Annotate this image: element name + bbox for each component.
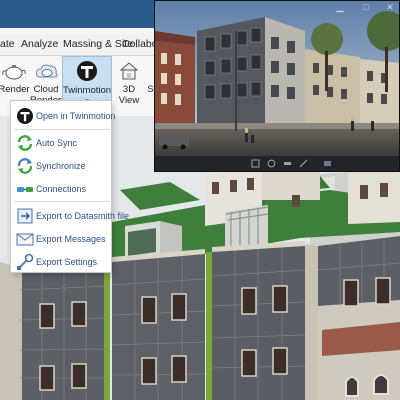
menu-separator xyxy=(14,201,110,202)
twinmotion-render-image xyxy=(155,1,399,156)
export-settings-icon xyxy=(17,253,34,270)
maximize-icon[interactable]: □ xyxy=(361,2,371,12)
menu-item-connections[interactable]: Connections xyxy=(11,178,111,200)
menu-separator xyxy=(14,129,110,130)
3d-view-label: 3D View xyxy=(118,84,140,106)
twinmotion-toolbar xyxy=(155,156,399,171)
cloud-teapot-icon xyxy=(36,64,58,78)
menu-item-auto-sync[interactable]: Auto Sync xyxy=(11,132,111,154)
menu-item-export-settings[interactable]: Export Settings xyxy=(11,251,111,273)
synchronize-icon xyxy=(17,158,33,174)
title-bar xyxy=(0,0,160,28)
render-button[interactable]: Render xyxy=(0,58,34,95)
export-messages-icon xyxy=(16,233,34,246)
twinmotion-render-window[interactable]: ▁ □ ✕ xyxy=(154,0,400,172)
revit-ribbon: ate Analyze Massing & Site Collaborate R… xyxy=(0,0,176,116)
house-3d-icon xyxy=(119,62,139,80)
library-icon[interactable] xyxy=(267,159,276,168)
datasmith-export-icon xyxy=(17,208,33,224)
menu-item-export-to-datasmith-file[interactable]: Export to Datasmith file xyxy=(11,205,129,227)
settings-icon[interactable] xyxy=(283,159,292,168)
render-label: Render xyxy=(0,84,30,95)
media-icon[interactable] xyxy=(323,159,332,168)
tab-create[interactable]: ate xyxy=(0,38,15,50)
teapot-icon xyxy=(2,65,26,80)
minimize-icon[interactable]: ▁ xyxy=(335,2,345,12)
menu-item-export-messages[interactable]: Export Messages xyxy=(11,228,111,250)
cloud-rendering-button[interactable]: Cloud Rendering xyxy=(30,58,74,106)
twinmotion-logo-icon xyxy=(17,108,33,124)
ribbon-tab-strip: ate Analyze Massing & Site Collaborate xyxy=(0,34,176,56)
import-icon[interactable] xyxy=(251,159,260,168)
twinmotion-label: Twinmotion xyxy=(63,85,112,96)
menu-item-synchronize[interactable]: Synchronize xyxy=(11,155,111,177)
close-icon[interactable]: ✕ xyxy=(385,2,395,12)
twinmotion-logo-icon xyxy=(77,61,97,81)
3d-view-button[interactable]: 3D View xyxy=(114,58,144,106)
connections-icon xyxy=(17,187,33,192)
export-icon[interactable] xyxy=(299,159,308,168)
twinmotion-dropdown-menu: Open in Twinmotion Auto Sync Synchronize… xyxy=(10,100,129,273)
auto-sync-icon xyxy=(17,135,33,151)
menu-item-open-in-twinmotion[interactable]: Open in Twinmotion xyxy=(11,105,115,127)
tab-analyze[interactable]: Analyze xyxy=(21,38,58,50)
